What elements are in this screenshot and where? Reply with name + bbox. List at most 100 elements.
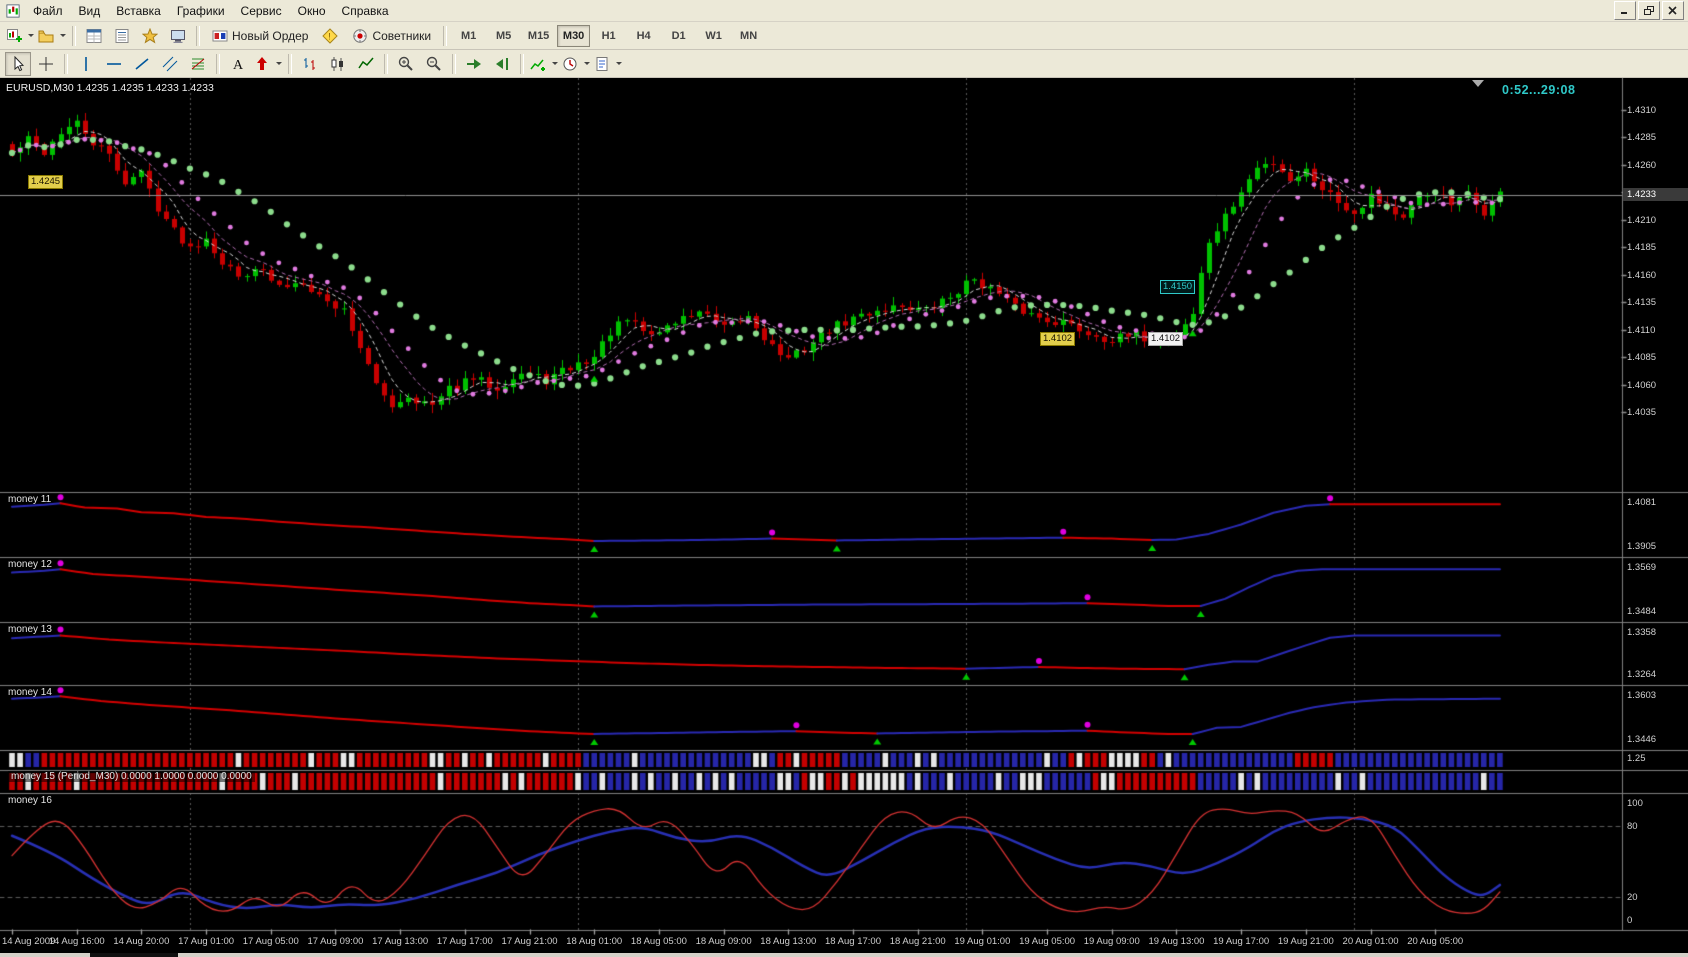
- profiles-button[interactable]: [37, 24, 67, 48]
- crosshair-button[interactable]: [33, 52, 59, 76]
- timeframe-m1-button[interactable]: M1: [452, 25, 485, 47]
- vertical-line-icon: [78, 56, 94, 72]
- metaeditor-button[interactable]: !: [317, 24, 343, 48]
- candlestick-mode-button[interactable]: [325, 52, 351, 76]
- arrows-icon: [254, 56, 270, 72]
- vertical-line-button[interactable]: [73, 52, 99, 76]
- terminal-button[interactable]: [165, 24, 191, 48]
- channel-icon: [162, 56, 178, 72]
- new-order-icon: [212, 28, 228, 44]
- advisors-button[interactable]: Советники: [345, 24, 438, 48]
- chart-shift-button[interactable]: [489, 52, 515, 76]
- cursor-icon: [10, 56, 26, 72]
- zoom-in-button[interactable]: [393, 52, 419, 76]
- menu-items: ФайлВидВставкаГрафикиСервисОкноСправка: [25, 1, 397, 21]
- zoom-out-button[interactable]: [421, 52, 447, 76]
- bar-chart-mode-button[interactable]: [297, 52, 323, 76]
- svg-text:A: A: [233, 58, 244, 72]
- toolbar-separator: [443, 26, 447, 46]
- toolbar-separator: [384, 54, 388, 74]
- zoom-out-icon: [426, 56, 442, 72]
- toolbar-separator: [520, 54, 524, 74]
- templates-button[interactable]: [593, 52, 623, 76]
- new-order-button[interactable]: Новый Ордер: [205, 24, 315, 48]
- menu-charts[interactable]: Графики: [169, 1, 233, 21]
- line-chart-mode-button[interactable]: [353, 52, 379, 76]
- toolbar-separator: [64, 54, 68, 74]
- timeframe-mn-button[interactable]: MN: [732, 25, 765, 47]
- chart-system-icon[interactable]: [6, 4, 20, 18]
- horizontal-line-icon: [106, 56, 122, 72]
- menu-insert[interactable]: Вставка: [108, 1, 169, 21]
- timeframe-h1-button[interactable]: H1: [592, 25, 625, 47]
- horizontal-line-button[interactable]: [101, 52, 127, 76]
- toolbar-separator: [196, 26, 200, 46]
- indicators-icon: [530, 56, 546, 72]
- menu-help[interactable]: Справка: [334, 1, 397, 21]
- dropdown-caret-icon: [616, 62, 622, 65]
- standard-toolbar: Новый Ордер! Советники M1M5M15M30H1H4D1W1M…: [0, 22, 1688, 50]
- timeframe-m5-button[interactable]: M5: [487, 25, 520, 47]
- bottom-tab-strip[interactable]: [0, 953, 1688, 957]
- toolbar-separator: [72, 26, 76, 46]
- fibonacci-icon: [190, 56, 206, 72]
- chart-tab-fragment: [90, 953, 178, 957]
- terminal-icon: [170, 28, 186, 44]
- periods-icon: [562, 56, 578, 72]
- zoom-in-icon: [398, 56, 414, 72]
- timeframe-d1-button[interactable]: D1: [662, 25, 695, 47]
- menu-window[interactable]: Окно: [290, 1, 334, 21]
- menu-service[interactable]: Сервис: [233, 1, 290, 21]
- profiles-icon: [38, 28, 54, 44]
- metatrader-window: ФайлВидВставкаГрафикиСервисОкноСправка Н…: [0, 0, 1688, 957]
- svg-text:!: !: [329, 31, 332, 41]
- trend-line-button[interactable]: [129, 52, 155, 76]
- indicators-list-button[interactable]: [529, 52, 559, 76]
- restore-button[interactable]: [1638, 1, 1660, 20]
- chart-canvas[interactable]: [0, 78, 1688, 957]
- line-studies-toolbar: A: [0, 50, 1688, 78]
- dropdown-caret-icon: [552, 62, 558, 65]
- equidistant-channel-button[interactable]: [157, 52, 183, 76]
- window-buttons: [1614, 1, 1688, 20]
- data-window-button[interactable]: [109, 24, 135, 48]
- advisors-icon: [352, 28, 368, 44]
- timeframe-m30-button[interactable]: M30: [557, 25, 590, 47]
- text-tool-button[interactable]: A: [225, 52, 251, 76]
- candles-icon: [330, 56, 346, 72]
- arrows-tool-button[interactable]: [253, 52, 283, 76]
- periods-button[interactable]: [561, 52, 591, 76]
- toolbar-separator: [216, 54, 220, 74]
- menu-file[interactable]: Файл: [25, 1, 71, 21]
- trend-line-icon: [134, 56, 150, 72]
- metaeditor-icon: !: [322, 28, 338, 44]
- dropdown-caret-icon: [28, 34, 34, 37]
- auto-scroll-button[interactable]: [461, 52, 487, 76]
- dropdown-caret-icon: [276, 62, 282, 65]
- close-button[interactable]: [1662, 1, 1684, 20]
- cursor-button[interactable]: [5, 52, 31, 76]
- toolbar-separator: [288, 54, 292, 74]
- text-icon: A: [230, 56, 246, 72]
- bars-icon: [302, 56, 318, 72]
- auto-scroll-icon: [466, 56, 482, 72]
- fibonacci-retracement-button[interactable]: [185, 52, 211, 76]
- market-watch-icon: [86, 28, 102, 44]
- chart-shift-icon: [494, 56, 510, 72]
- navigator-button[interactable]: [137, 24, 163, 48]
- market-watch-button[interactable]: [81, 24, 107, 48]
- timeframe-h4-button[interactable]: H4: [627, 25, 660, 47]
- new-chart-button[interactable]: [5, 24, 35, 48]
- menu-view[interactable]: Вид: [71, 1, 109, 21]
- timeframe-m15-button[interactable]: M15: [522, 25, 555, 47]
- menu-bar: ФайлВидВставкаГрафикиСервисОкноСправка: [0, 0, 1688, 22]
- crosshair-icon: [38, 56, 54, 72]
- linechart-icon: [358, 56, 374, 72]
- timeframe-w1-button[interactable]: W1: [697, 25, 730, 47]
- new-chart-icon: [6, 28, 22, 44]
- minimize-button[interactable]: [1614, 1, 1636, 20]
- toolbar-separator: [452, 54, 456, 74]
- navigator-icon: [142, 28, 158, 44]
- advisors-label: Советники: [372, 29, 431, 43]
- dropdown-caret-icon: [584, 62, 590, 65]
